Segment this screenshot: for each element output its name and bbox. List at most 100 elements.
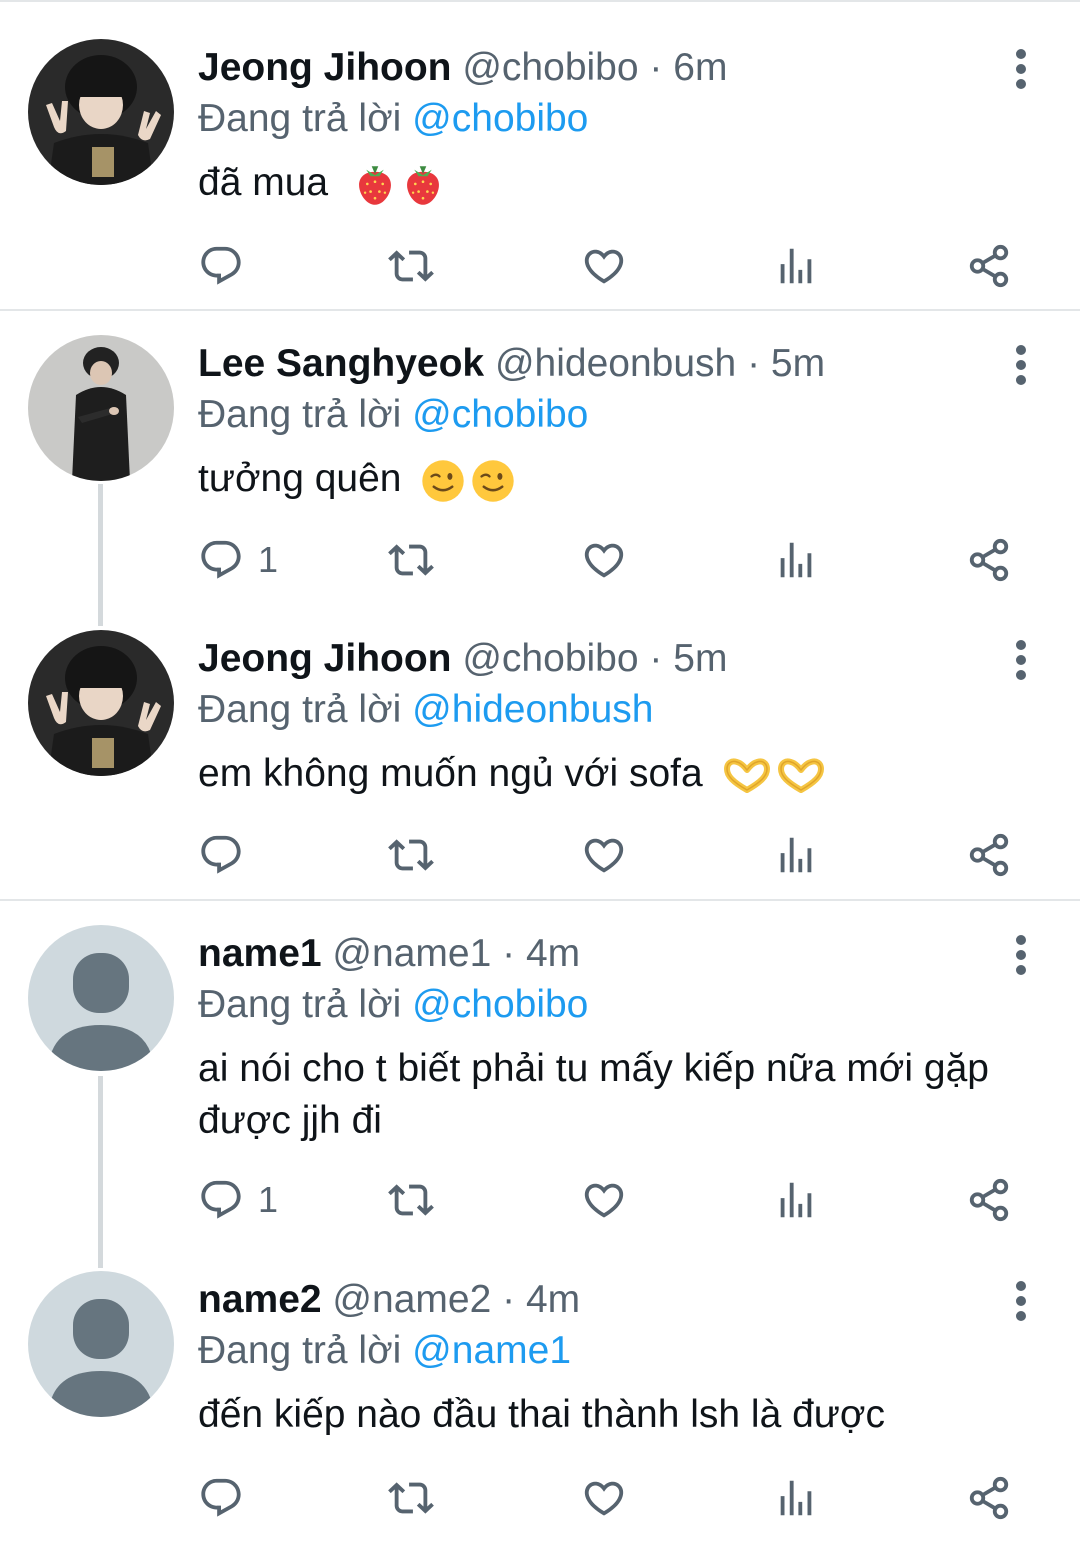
mention-link[interactable]: @chobibo — [412, 393, 588, 436]
share-button[interactable] — [966, 830, 1012, 880]
heart-icon — [581, 1475, 627, 1521]
tweet[interactable]: name1 @name1 · 4m Đang trả lời @chobibo … — [0, 925, 1080, 1265]
views-button[interactable] — [773, 1175, 819, 1225]
replying-to: Đang trả lời @chobibo — [198, 94, 588, 144]
replying-prefix: Đang trả lời — [198, 983, 402, 1026]
reply-count: 1 — [258, 1179, 279, 1220]
views-button[interactable] — [773, 830, 819, 880]
replying-prefix: Đang trả lời — [198, 97, 402, 140]
heart-hands-icon — [722, 756, 772, 796]
tweet-text: đã mua — [198, 157, 1018, 209]
views-button[interactable] — [773, 1473, 819, 1523]
mention-link[interactable]: @hideonbush — [412, 688, 653, 731]
user-handle[interactable]: @chobibo — [462, 637, 638, 680]
timestamp[interactable]: 4m — [526, 1278, 580, 1321]
tweet-header: Jeong Jihoon @chobibo · 5m — [198, 634, 727, 684]
views-button[interactable] — [773, 241, 819, 291]
share-icon — [966, 1177, 1012, 1223]
replying-to: Đang trả lời @name1 — [198, 1326, 571, 1376]
heart-icon — [581, 832, 627, 878]
replying-to: Đang trả lời @hideonbush — [198, 685, 653, 735]
share-button[interactable] — [966, 535, 1012, 585]
user-handle[interactable]: @chobibo — [462, 46, 638, 89]
default-avatar-icon — [28, 925, 174, 1071]
action-bar — [0, 241, 1080, 291]
timestamp[interactable]: 6m — [673, 46, 727, 89]
reply-button[interactable]: 1 — [198, 1175, 278, 1225]
like-button[interactable] — [581, 1175, 627, 1225]
retweet-button[interactable] — [388, 830, 434, 880]
share-button[interactable] — [966, 1175, 1012, 1225]
retweet-button[interactable] — [388, 535, 434, 585]
avatar[interactable] — [28, 335, 174, 481]
tweet[interactable]: Jeong Jihoon @chobibo · 6m Đang trả lời … — [0, 39, 1080, 339]
retweet-button[interactable] — [388, 241, 434, 291]
divider — [0, 0, 1080, 2]
mention-link[interactable]: @name1 — [412, 1329, 571, 1372]
display-name[interactable]: name1 — [198, 932, 322, 975]
heart-icon — [581, 1177, 627, 1223]
tweet-header: name2 @name2 · 4m — [198, 1275, 580, 1325]
share-button[interactable] — [966, 1473, 1012, 1523]
timestamp[interactable]: 5m — [673, 637, 727, 680]
like-button[interactable] — [581, 1473, 627, 1523]
tweet-text-content: ai nói cho t biết phải tu mấy kiếp nữa m… — [198, 1047, 989, 1142]
tweet-text: tưởng quên — [198, 453, 1018, 505]
user-handle[interactable]: @name1 — [332, 932, 491, 975]
tweet-header: Lee Sanghyeok @hideonbush · 5m — [198, 339, 825, 389]
retweet-button[interactable] — [388, 1175, 434, 1225]
more-options-icon[interactable] — [1004, 47, 1038, 91]
user-handle[interactable]: @hideonbush — [495, 342, 736, 385]
share-button[interactable] — [966, 241, 1012, 291]
retweet-icon — [388, 1475, 434, 1521]
replying-prefix: Đang trả lời — [198, 393, 402, 436]
like-button[interactable] — [581, 830, 627, 880]
tweet-text: ai nói cho t biết phải tu mấy kiếp nữa m… — [198, 1043, 998, 1147]
tweet-text: đến kiếp nào đầu thai thành lsh là được — [198, 1389, 1018, 1441]
analytics-icon — [773, 832, 819, 878]
more-options-icon[interactable] — [1004, 1279, 1038, 1323]
separator-dot: · — [649, 637, 663, 680]
display-name[interactable]: name2 — [198, 1278, 322, 1321]
share-icon — [966, 243, 1012, 289]
like-button[interactable] — [581, 535, 627, 585]
avatar[interactable] — [28, 1271, 174, 1417]
avatar[interactable] — [28, 39, 174, 185]
reply-button[interactable] — [198, 1473, 258, 1523]
separator-dot: · — [502, 932, 516, 975]
analytics-icon — [773, 1177, 819, 1223]
display-name[interactable]: Jeong Jihoon — [198, 46, 452, 89]
user-handle[interactable]: @name2 — [332, 1278, 491, 1321]
retweet-icon — [388, 1177, 434, 1223]
more-options-icon[interactable] — [1004, 343, 1038, 387]
winking-face-icon — [470, 458, 516, 504]
tweet-text-content: em không muốn ngủ với sofa — [198, 752, 703, 795]
retweet-button[interactable] — [388, 1473, 434, 1523]
timestamp[interactable]: 5m — [771, 342, 825, 385]
reply-button[interactable]: 1 — [198, 535, 278, 585]
retweet-icon — [388, 832, 434, 878]
views-button[interactable] — [773, 535, 819, 585]
timestamp[interactable]: 4m — [526, 932, 580, 975]
tweet-header: Jeong Jihoon @chobibo · 6m — [198, 43, 727, 93]
tweet[interactable]: name2 @name2 · 4m Đang trả lời @name1 đế… — [0, 1271, 1080, 1541]
heart-hands-icon — [776, 756, 826, 796]
mention-link[interactable]: @chobibo — [412, 983, 588, 1026]
display-name[interactable]: Lee Sanghyeok — [198, 342, 484, 385]
avatar[interactable] — [28, 630, 174, 776]
tweet[interactable]: Jeong Jihoon @chobibo · 5m Đang trả lời … — [0, 630, 1080, 930]
tweet-text-content: tưởng quên — [198, 457, 402, 500]
reply-icon — [198, 832, 244, 878]
like-button[interactable] — [581, 241, 627, 291]
avatar[interactable] — [28, 925, 174, 1071]
reply-icon — [198, 1177, 244, 1223]
tweet[interactable]: Lee Sanghyeok @hideonbush · 5m Đang trả … — [0, 335, 1080, 635]
reply-button[interactable] — [198, 241, 258, 291]
more-options-icon[interactable] — [1004, 933, 1038, 977]
action-bar — [0, 830, 1080, 880]
tweet-header: name1 @name1 · 4m — [198, 929, 580, 979]
reply-button[interactable] — [198, 830, 258, 880]
mention-link[interactable]: @chobibo — [412, 97, 588, 140]
more-options-icon[interactable] — [1004, 638, 1038, 682]
display-name[interactable]: Jeong Jihoon — [198, 637, 452, 680]
